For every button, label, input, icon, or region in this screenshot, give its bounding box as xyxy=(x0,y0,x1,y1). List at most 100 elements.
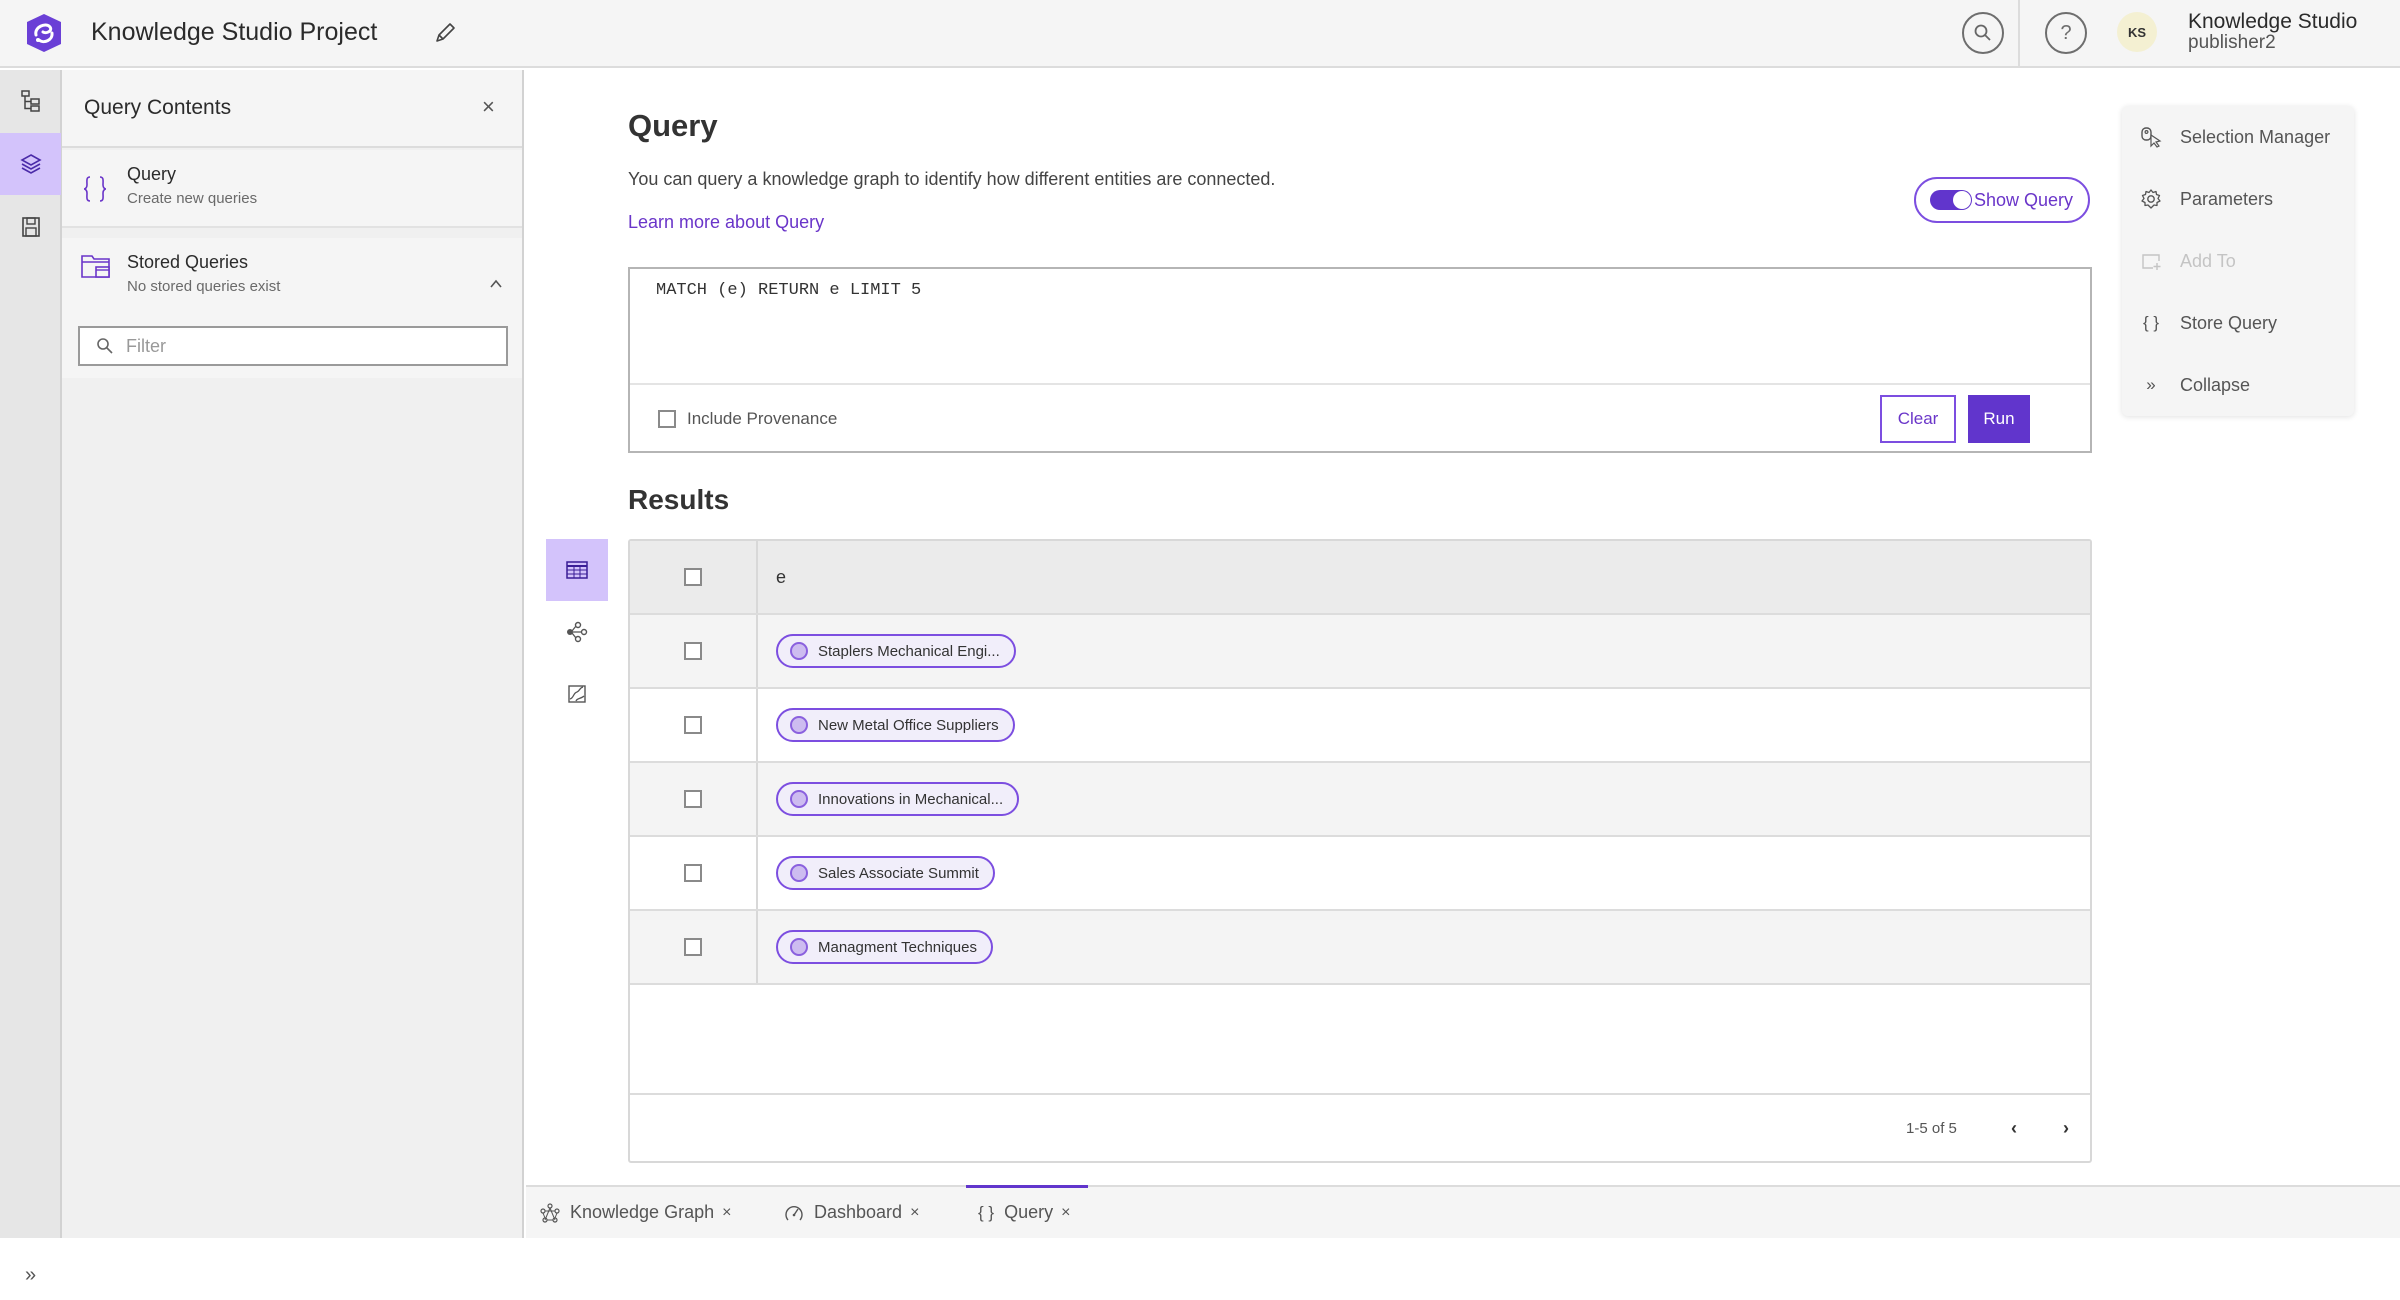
entity-label: New Metal Office Suppliers xyxy=(818,716,999,734)
toggle-switch[interactable] xyxy=(1930,190,1972,210)
braces-icon xyxy=(83,176,107,202)
toggle-knob xyxy=(1953,191,1971,209)
selection-manager-icon xyxy=(2140,126,2162,148)
panel-title: Query Contents xyxy=(84,96,232,119)
user-id: publisher2 xyxy=(2188,32,2276,53)
run-button[interactable]: Run xyxy=(1968,395,2030,443)
dashboard-icon xyxy=(785,1205,803,1220)
global-search-button[interactable] xyxy=(1962,12,2004,54)
learn-more-link[interactable]: Learn more about Query xyxy=(628,212,824,233)
query-input[interactable]: MATCH (e) RETURN e LIMIT 5 xyxy=(630,269,2090,382)
next-page-icon[interactable]: › xyxy=(2052,1113,2080,1143)
panel-header: Query Contents × xyxy=(62,70,522,148)
rail-save-button[interactable] xyxy=(0,196,61,258)
show-query-label: Show Query xyxy=(1974,189,2074,210)
row-checkbox[interactable] xyxy=(684,790,702,808)
editor-footer: Include Provenance Clear Run xyxy=(630,383,2090,451)
map-view-button[interactable] xyxy=(546,663,608,725)
query-contents-panel: Query Contents × Query Create new querie… xyxy=(62,70,524,1238)
table-row[interactable]: New Metal Office Suppliers xyxy=(630,689,2090,763)
query-editor: MATCH (e) RETURN e LIMIT 5 Include Prove… xyxy=(628,267,2092,453)
tab-label: Query xyxy=(1004,1202,1054,1222)
collapse-button[interactable]: » Collapse xyxy=(2122,360,2354,410)
select-all-checkbox[interactable] xyxy=(684,568,702,586)
table-row[interactable]: Staplers Mechanical Engi... xyxy=(630,615,2090,689)
knowledge-graph-icon xyxy=(540,1202,560,1223)
row-checkbox[interactable] xyxy=(684,864,702,882)
parameters-button[interactable]: Parameters xyxy=(2122,174,2354,224)
table-view-button[interactable] xyxy=(546,539,608,601)
results-table: e Staplers Mechanical Engi... New Metal … xyxy=(628,539,2092,1163)
results-title: Results xyxy=(628,484,730,515)
left-rail: » xyxy=(0,70,62,1286)
layers-icon xyxy=(19,154,42,174)
link-chart-icon xyxy=(567,621,588,643)
braces-icon: { } xyxy=(2142,313,2160,332)
tab-label: Dashboard xyxy=(814,1202,903,1222)
hierarchy-icon xyxy=(20,90,40,112)
bottom-tab-bar: Knowledge Graph × Dashboard × { } Query … xyxy=(526,1185,2400,1238)
entity-label: Sales Associate Summit xyxy=(818,864,979,882)
stored-queries-filter[interactable] xyxy=(78,326,508,366)
app-title: Knowledge Studio Project xyxy=(91,18,378,46)
double-chevron-right-icon: » xyxy=(24,1263,37,1286)
edit-title-pencil-icon[interactable] xyxy=(432,20,458,46)
chevron-up-icon[interactable] xyxy=(488,276,504,292)
prev-page-icon[interactable]: ‹ xyxy=(2000,1113,2028,1143)
collapse-icon: » xyxy=(2146,375,2156,394)
user-name[interactable]: Knowledge Studio xyxy=(2188,10,2357,34)
map-icon xyxy=(568,685,586,703)
table-row[interactable]: Managment Techniques xyxy=(630,911,2090,985)
row-checkbox[interactable] xyxy=(684,642,702,660)
store-query-label: Store Query xyxy=(2180,312,2278,333)
add-to-icon xyxy=(2140,250,2162,272)
stored-queries-sub: No stored queries exist xyxy=(127,278,281,295)
search-icon xyxy=(1974,24,1991,41)
page-count: 1-5 of 5 xyxy=(1906,1120,1957,1137)
add-to-label: Add To xyxy=(2180,250,2236,271)
rail-hierarchy-button[interactable] xyxy=(0,70,61,132)
graph-view-button[interactable] xyxy=(546,601,608,663)
table-row[interactable]: Innovations in Mechanical... xyxy=(630,763,2090,837)
selection-manager-button[interactable]: Selection Manager xyxy=(2122,112,2354,162)
close-tab-icon[interactable]: × xyxy=(722,1204,731,1222)
entity-chip[interactable]: Innovations in Mechanical... xyxy=(776,782,1020,816)
show-query-toggle[interactable]: Show Query xyxy=(1914,177,2090,223)
user-avatar[interactable]: KS xyxy=(2117,12,2157,52)
entity-chip[interactable]: Sales Associate Summit xyxy=(776,856,995,890)
page-title: Query xyxy=(628,108,718,143)
column-header-e[interactable]: e xyxy=(776,567,786,588)
help-icon: ? xyxy=(2060,21,2072,44)
tab-query[interactable]: { } Query × xyxy=(966,1185,1088,1238)
entity-label: Innovations in Mechanical... xyxy=(818,790,1004,808)
row-checkbox[interactable] xyxy=(684,938,702,956)
panel-item-query-sub: Create new queries xyxy=(127,190,258,207)
row-checkbox[interactable] xyxy=(684,716,702,734)
close-tab-icon[interactable]: × xyxy=(1061,1204,1070,1222)
close-tab-icon[interactable]: × xyxy=(910,1204,919,1222)
entity-chip[interactable]: Managment Techniques xyxy=(776,930,993,964)
store-query-button[interactable]: { } Store Query xyxy=(2122,298,2354,348)
close-panel-icon[interactable]: × xyxy=(482,94,495,120)
tab-dashboard[interactable]: Dashboard × xyxy=(784,1187,919,1238)
clear-button[interactable]: Clear xyxy=(1880,395,1956,443)
expand-rail-button[interactable]: » xyxy=(0,1250,61,1300)
table-row[interactable]: Sales Associate Summit xyxy=(630,837,2090,911)
stored-queries-label: Stored Queries xyxy=(127,252,249,272)
add-to-button: Add To xyxy=(2122,236,2354,286)
entity-chip[interactable]: Staplers Mechanical Engi... xyxy=(776,634,1016,668)
panel-item-query[interactable]: Query Create new queries xyxy=(62,150,522,228)
rail-layers-button[interactable] xyxy=(0,133,61,195)
include-provenance-checkbox[interactable] xyxy=(658,410,676,428)
filter-input[interactable] xyxy=(126,335,506,357)
tab-knowledge-graph[interactable]: Knowledge Graph × xyxy=(540,1187,731,1238)
help-button[interactable]: ? xyxy=(2045,12,2087,54)
include-provenance[interactable]: Include Provenance xyxy=(658,409,837,429)
entity-chip[interactable]: New Metal Office Suppliers xyxy=(776,708,1015,742)
selection-manager-label: Selection Manager xyxy=(2180,126,2331,147)
collapse-label: Collapse xyxy=(2180,374,2251,395)
pagination: 1-5 of 5 ‹ › xyxy=(630,1093,2090,1161)
entity-label: Staplers Mechanical Engi... xyxy=(818,642,1000,660)
entity-dot-icon xyxy=(790,642,808,660)
panel-item-query-label: Query xyxy=(127,164,177,184)
